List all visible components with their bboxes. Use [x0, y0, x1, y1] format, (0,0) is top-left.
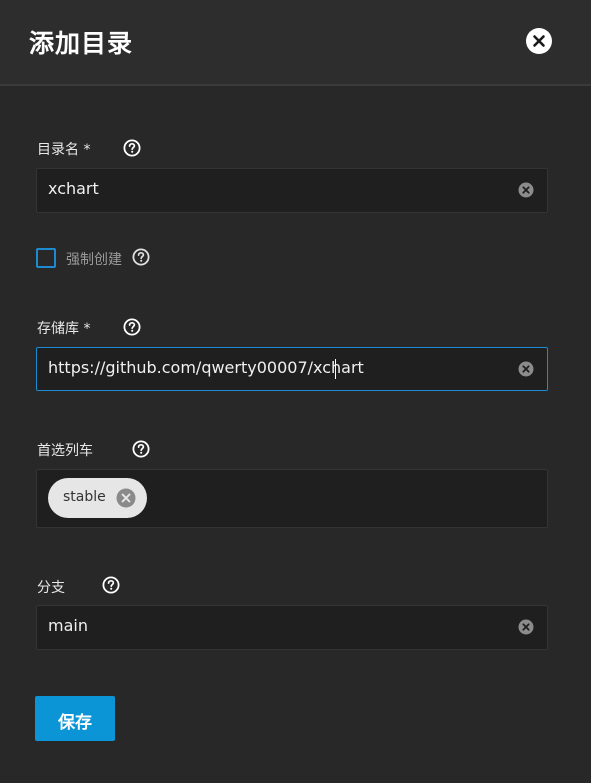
save-button-label: 保存: [58, 713, 92, 733]
text-caret: [335, 359, 336, 379]
dialog-title: 添加目录: [29, 29, 134, 58]
clear-icon[interactable]: [518, 182, 534, 198]
add-catalog-dialog: 添加目录 目录名 * xchart 强制创建 存储库 * https://git…: [0, 0, 591, 783]
catalog-name-label: 目录名 *: [37, 142, 91, 158]
branch-value: main: [48, 616, 88, 635]
close-icon: [533, 35, 545, 47]
branch-input[interactable]: main: [36, 605, 548, 650]
repository-label: 存储库 *: [37, 321, 91, 337]
chip-remove-icon[interactable]: [116, 488, 136, 508]
dialog-header: 添加目录: [0, 0, 591, 86]
branch-label: 分支: [37, 580, 65, 596]
clear-icon[interactable]: [518, 361, 534, 377]
help-icon[interactable]: [123, 139, 141, 157]
repository-input[interactable]: https://github.com/qwerty00007/xchart: [36, 347, 548, 391]
save-button[interactable]: 保存: [35, 696, 115, 741]
repository-value: https://github.com/qwerty00007/xchart: [48, 358, 364, 377]
clear-icon[interactable]: [518, 619, 534, 635]
help-icon[interactable]: [132, 248, 150, 266]
close-button[interactable]: [526, 28, 552, 54]
catalog-name-value: xchart: [48, 179, 99, 198]
catalog-name-input[interactable]: xchart: [36, 168, 548, 213]
help-icon[interactable]: [123, 318, 141, 336]
preferred-trains-label: 首选列车: [37, 443, 93, 459]
force-create-label: 强制创建: [66, 252, 122, 268]
train-chip[interactable]: stable: [48, 478, 147, 518]
force-create-checkbox[interactable]: [36, 248, 56, 268]
train-chip-label: stable: [63, 489, 106, 505]
help-icon[interactable]: [132, 440, 150, 458]
help-icon[interactable]: [102, 576, 120, 594]
